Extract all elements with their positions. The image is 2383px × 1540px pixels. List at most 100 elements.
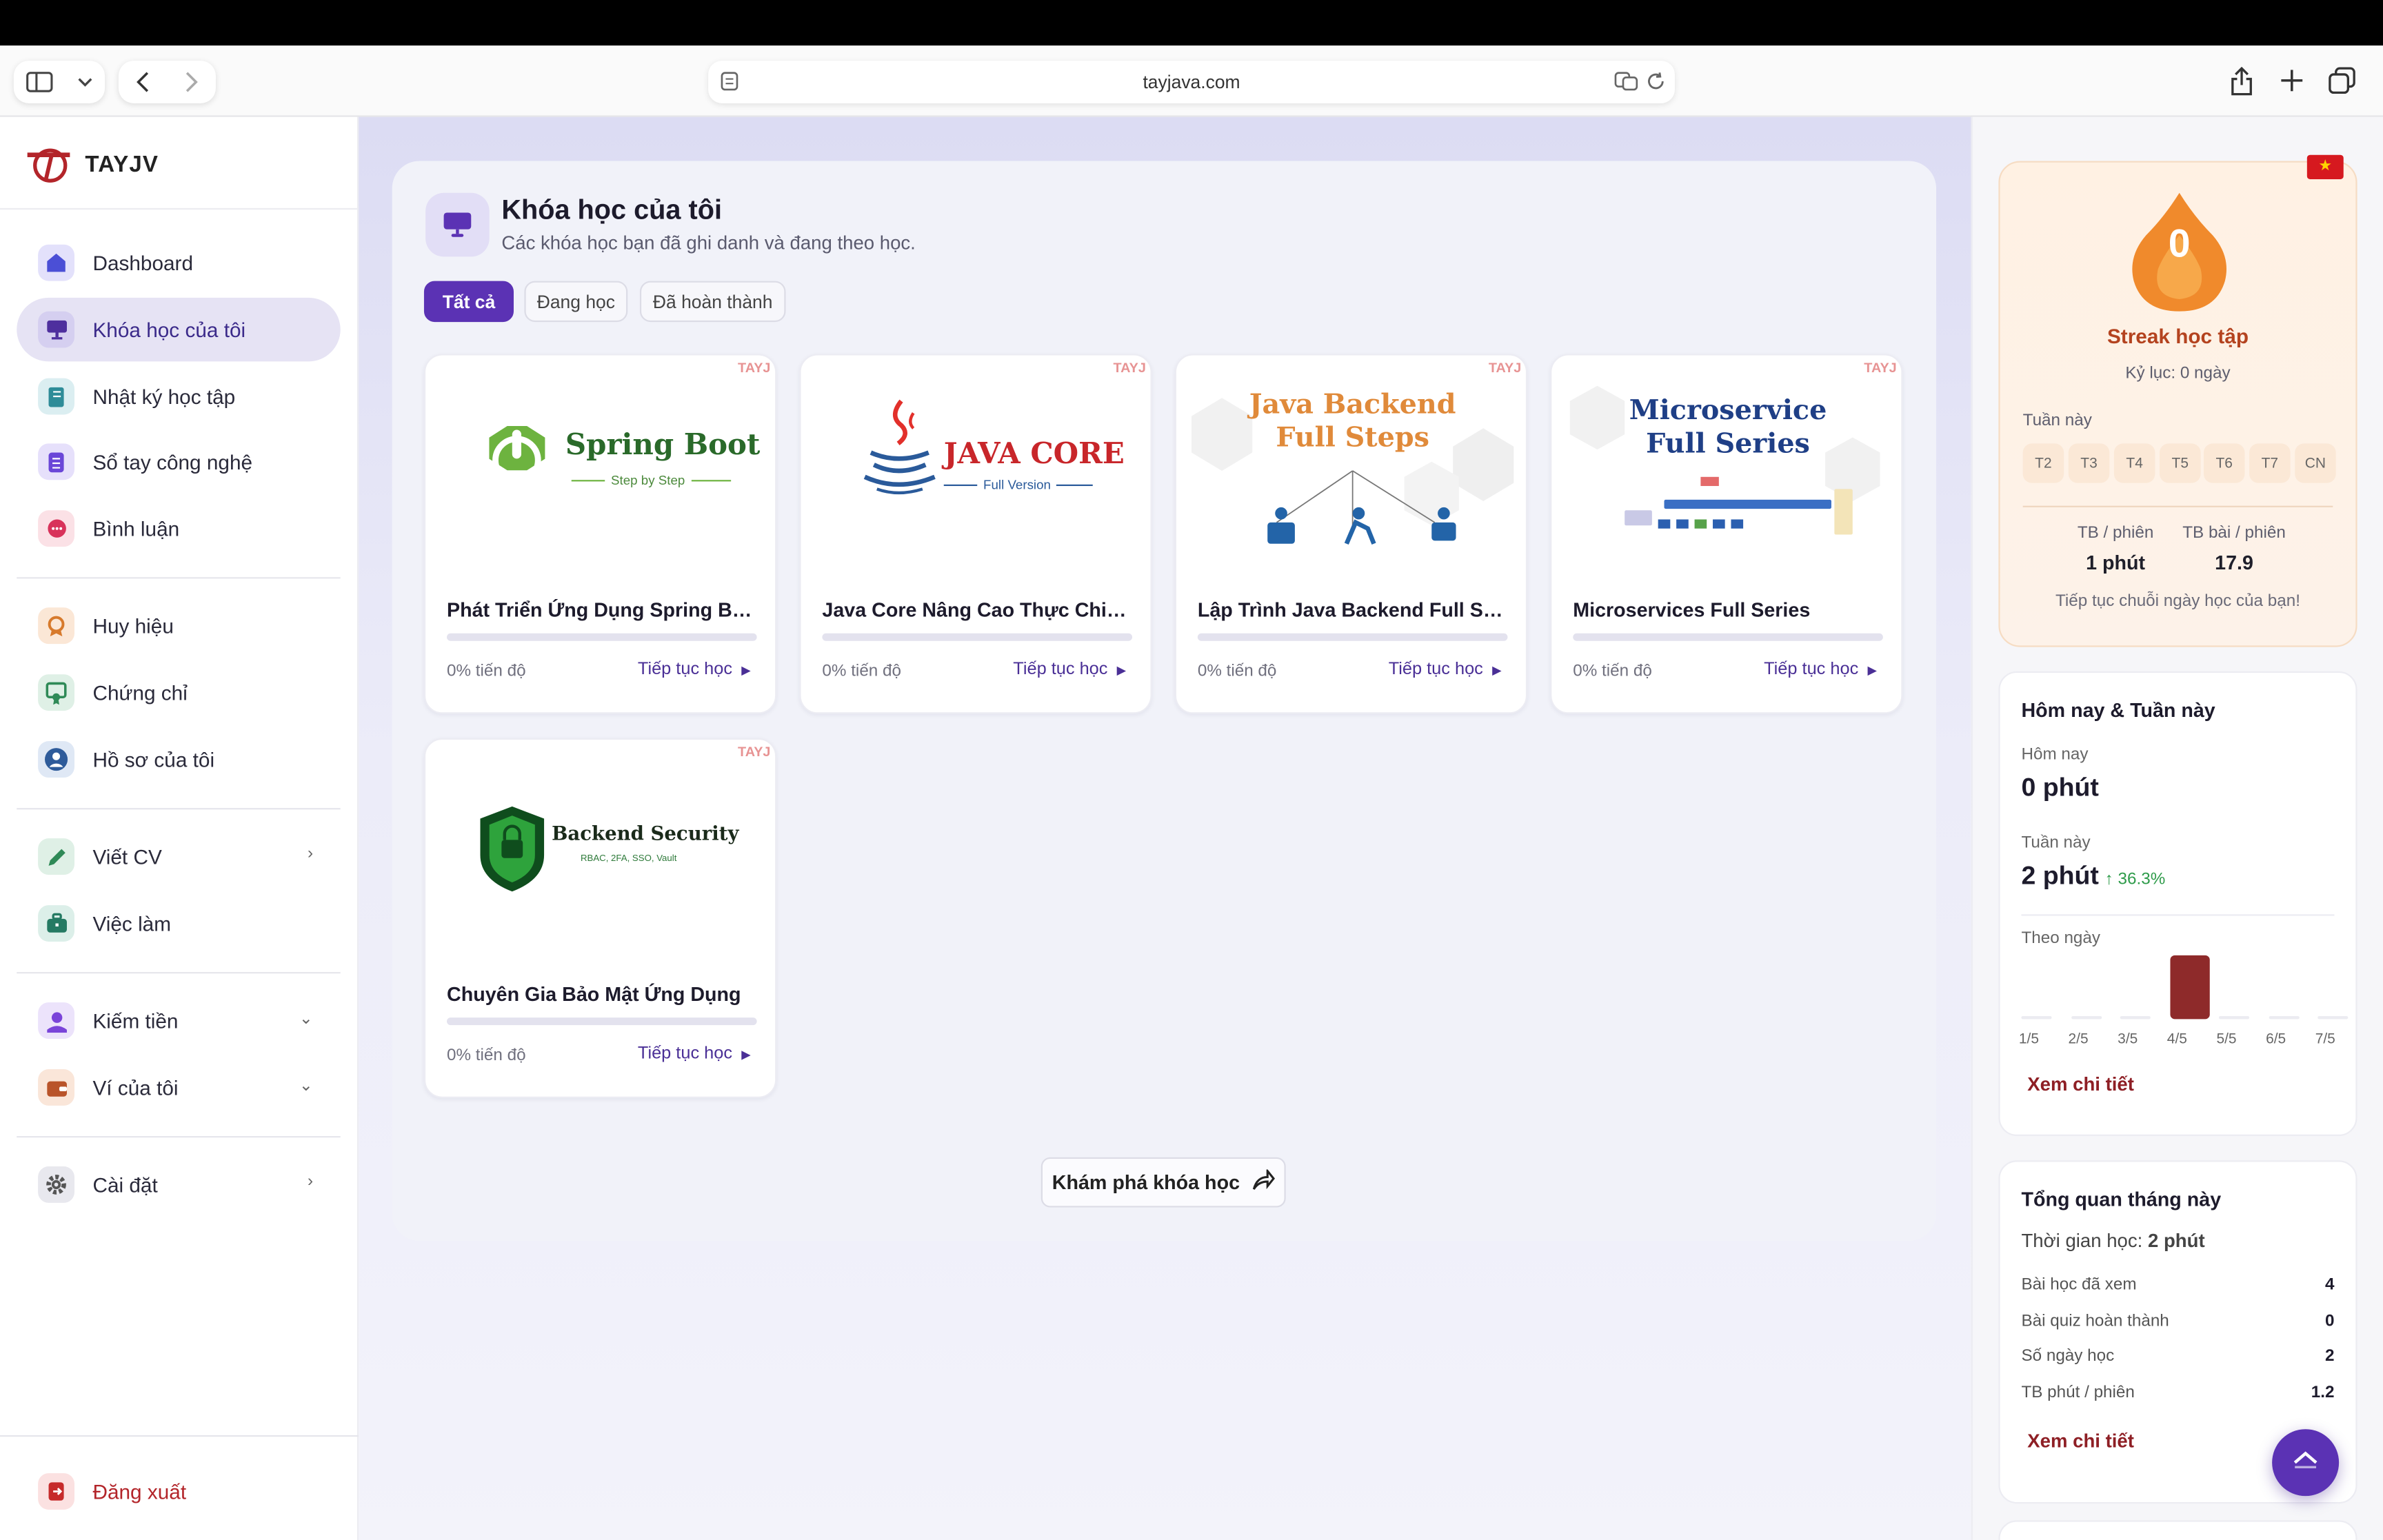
stat-value: 0 [2324,1312,2335,1331]
course-thumbnail: JAVA CORE Full Version [801,356,1151,576]
sidebar-item-earn-money[interactable]: Kiếm tiền ⌄ [17,989,340,1053]
day-chip: T7 [2249,443,2291,483]
sidebar-item-label: Sổ tay công nghệ [92,450,253,474]
sidebar-toggle[interactable] [13,61,105,103]
sidebar-item-label: Dashboard [92,251,194,274]
streak-count: 0 [2168,220,2191,266]
sidebar-item-wallet[interactable]: Ví của tôi ⌄ [17,1055,340,1119]
streak-title: Streak học tập [2107,325,2249,348]
sidebar-item-label: Việc làm [92,912,172,935]
view-details-link[interactable]: Xem chi tiết [2027,1074,2134,1095]
back-icon[interactable] [135,72,150,93]
sidebar-item-my-courses[interactable]: Khóa học của tôi [17,297,341,362]
course-card[interactable]: Java Backend Full Steps TAYJ Lập Trình J… [1174,354,1528,714]
day-chip: T5 [2160,443,2201,483]
sidebar-item-write-cv[interactable]: Viết CV › [17,824,340,889]
logout-button[interactable]: Đăng xuất [17,1459,340,1523]
browser-toolbar: tayjava.com [0,45,2383,117]
sidebar-item-label: Ví của tôi [92,1075,179,1100]
notebook-icon [38,443,75,480]
thumbnail-subtitle: Full Version [983,476,1051,492]
view-details-link[interactable]: Xem chi tiết [2027,1430,2134,1452]
continue-button[interactable]: Tiếp tục học ▶ [1389,660,1502,678]
caret-right-icon: ▶ [1492,662,1502,677]
reload-icon[interactable] [1646,72,1666,92]
chart-day-label: 1/5 [2018,1031,2040,1048]
course-card[interactable]: Spring Boot Step by Step TAYJ Phát Triển… [423,354,777,714]
share-icon[interactable] [2229,66,2253,96]
filter-in-progress[interactable]: Đang học [524,281,628,323]
continue-button[interactable]: Tiếp tục học ▶ [1013,660,1126,678]
continue-label: Tiếp tục học [1388,660,1483,679]
translate-icon[interactable] [1614,72,1638,92]
chart-day-label: 5/5 [2216,1031,2237,1048]
chart-bar [2317,1015,2349,1020]
course-card[interactable]: JAVA CORE Full Version TAYJ Java Core Nâ… [799,354,1152,714]
sidebar-item-dashboard[interactable]: Dashboard [17,231,340,295]
logo-mark-icon [27,148,70,183]
sidebar-item-profile[interactable]: Hồ sơ của tôi [17,727,340,791]
explore-courses-button[interactable]: Khám phá khóa học [1040,1157,1286,1208]
course-title[interactable]: Phát Triển Ứng Dụng Spring Bo... [447,598,757,621]
page-subtitle: Các khóa học bạn đã ghi danh và đang the… [501,232,916,254]
course-title[interactable]: Lập Trình Java Backend Full Steps [1198,598,1508,621]
continue-label: Tiếp tục học [637,660,733,679]
sidebar-item-learning-journal[interactable]: Nhật ký học tập [17,365,340,429]
briefcase-icon [38,905,75,942]
sidebar-item-badges[interactable]: Huy hiệu [17,594,340,658]
logo[interactable]: TAYJV [24,144,159,183]
continue-button[interactable]: Tiếp tục học ▶ [638,1045,751,1063]
chart-bar [2218,1015,2250,1020]
chart-bar [2021,1015,2052,1020]
sidebar-item-settings[interactable]: Cài đặt › [17,1153,340,1217]
sidebar-item-comments[interactable]: Bình luận [17,496,340,560]
top-bar [0,0,2383,46]
course-title[interactable]: Chuyên Gia Bảo Mật Ứng Dụng [447,982,757,1005]
study-time-label: Thời gian học: [2021,1230,2143,1252]
divider [0,1435,359,1437]
day-chip: T4 [2113,443,2155,483]
course-title[interactable]: Microservices Full Series [1573,598,1883,621]
profile-icon [38,741,75,778]
progress-bar [447,1017,757,1026]
stat-value: 2 [2324,1347,2335,1366]
wallet-icon [38,1069,75,1106]
history-nav [118,61,216,103]
filter-completed[interactable]: Đã hoàn thành [639,281,786,323]
week-value: 2 phút [2021,861,2099,891]
course-title[interactable]: Java Core Nâng Cao Thực Chiến ... [822,598,1132,621]
stat-label: TB phút / phiên [2021,1384,2135,1402]
course-card[interactable]: Backend Security RBAC, 2FA, SSO, Vault T… [423,738,777,1098]
daily-bar-chart [2021,949,2349,1020]
sidebar-item-certificates[interactable]: Chứng chỉ [17,660,340,725]
caret-right-icon: ▶ [741,1047,751,1061]
stats-panel: ★ 0 Streak học tập Kỷ lục: 0 ngày Tuần n… [1971,116,2383,1540]
forward-icon[interactable] [184,72,199,93]
scroll-top-button[interactable] [2272,1429,2340,1497]
new-tab-icon[interactable] [2280,68,2304,92]
watermark: TAYJ [1113,360,1146,376]
watermark: TAYJ [738,744,771,760]
chart-day-label: 3/5 [2118,1031,2138,1048]
caret-right-icon: ▶ [1116,662,1127,677]
chart-day-label: 7/5 [2315,1031,2335,1048]
sidebar-item-label: Huy hiệu [92,614,174,638]
sidebar-item-tech-notebook[interactable]: Sổ tay công nghệ [17,430,340,494]
address-bar[interactable]: tayjava.com [708,61,1675,103]
day-chip: CN [2295,443,2336,483]
vietnam-flag-icon[interactable]: ★ [2306,154,2344,179]
journal-icon [38,378,75,415]
course-card[interactable]: Microservice Full Series TAYJ Microservi… [1550,354,1903,714]
continue-button[interactable]: Tiếp tục học ▶ [638,660,751,678]
progress-text: 0% tiến độ [1197,662,1277,681]
filter-all[interactable]: Tất cả [423,281,514,323]
sidebar: TAYJV Dashboard Khóa học của tôi Nhật ký… [0,116,359,1540]
continue-button[interactable]: Tiếp tục học ▶ [1764,660,1877,678]
sidebar-item-jobs[interactable]: Việc làm [17,891,340,955]
chevron-down-icon[interactable] [77,76,92,88]
tabs-overview-icon[interactable] [2329,67,2356,94]
chart-bar [2120,1015,2151,1020]
chart-day-label: 6/5 [2266,1031,2286,1048]
progress-text: 0% tiến độ [822,662,901,681]
logo-text: TAYJV [85,151,159,177]
